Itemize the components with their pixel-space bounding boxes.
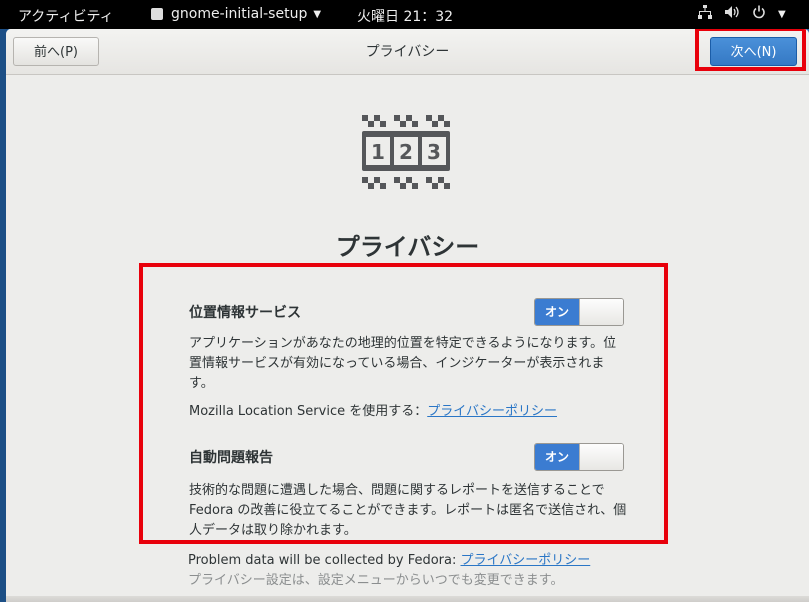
location-service-text: Mozilla Location Service を使用する：: [189, 404, 428, 419]
caret-down-icon: ▼: [313, 8, 322, 20]
problem-data-line: Problem data will be collected by Fedora…: [188, 549, 590, 568]
logo-digit: 1: [371, 140, 385, 164]
header-bar: 前へ(P) プライバシー 次へ(N): [6, 29, 809, 75]
location-services-switch[interactable]: オン: [534, 298, 624, 326]
location-services-description: アプリケーションがあなたの地理的位置を特定できるようになります。位置情報サービス…: [189, 336, 617, 391]
location-services-title: 位置情報サービス: [189, 305, 301, 321]
power-icon: [752, 5, 766, 23]
window-title: プライバシー: [365, 44, 450, 60]
activities-button[interactable]: アクティビティ: [18, 6, 114, 26]
switch-on-label: オン: [535, 299, 579, 325]
switch-knob: [579, 444, 623, 470]
location-service-line: Mozilla Location Service を使用する：プライバシーポリシ…: [189, 402, 649, 422]
problem-reporting-switch[interactable]: オン: [534, 443, 624, 471]
scroll-edge: [6, 596, 809, 602]
privacy-logo-icon: 1 2 3: [362, 115, 450, 189]
app-menu-label: gnome-initial-setup: [171, 6, 308, 22]
network-icon: [698, 5, 712, 23]
problem-reporting-description: 技術的な問題に遭遇した場合、問題に関するレポートを送信することで Fedora …: [189, 483, 627, 538]
top-bar: アクティビティ gnome-initial-setup ▼ 火曜日 21：32 …: [0, 0, 809, 29]
problem-reporting-title: 自動問題報告: [189, 450, 273, 466]
switch-on-label: オン: [535, 444, 579, 470]
clock[interactable]: 火曜日 21：32: [357, 6, 453, 26]
next-button-highlight: [695, 29, 806, 71]
volume-icon: [724, 5, 740, 23]
setup-window: 前へ(P) プライバシー 次へ(N) 1 2 3 プライバシー 位置情報サービス…: [6, 29, 809, 602]
app-icon: [151, 8, 163, 20]
page-heading: プライバシー: [335, 233, 480, 261]
logo-digit: 2: [399, 140, 413, 164]
settings-note: プライバシー設定は、設定メニューからいつでも変更できます。: [188, 573, 564, 588]
logo-digit: 3: [427, 140, 441, 164]
system-tray[interactable]: ▼: [698, 5, 798, 23]
chevron-down-icon: ▼: [778, 8, 786, 20]
app-menu[interactable]: gnome-initial-setup ▼: [151, 6, 321, 22]
problem-data-text: Problem data will be collected by Fedora…: [188, 553, 461, 568]
problem-policy-link[interactable]: プライバシーポリシー: [461, 553, 591, 568]
location-policy-link[interactable]: プライバシーポリシー: [427, 404, 557, 419]
switch-knob: [579, 299, 623, 325]
